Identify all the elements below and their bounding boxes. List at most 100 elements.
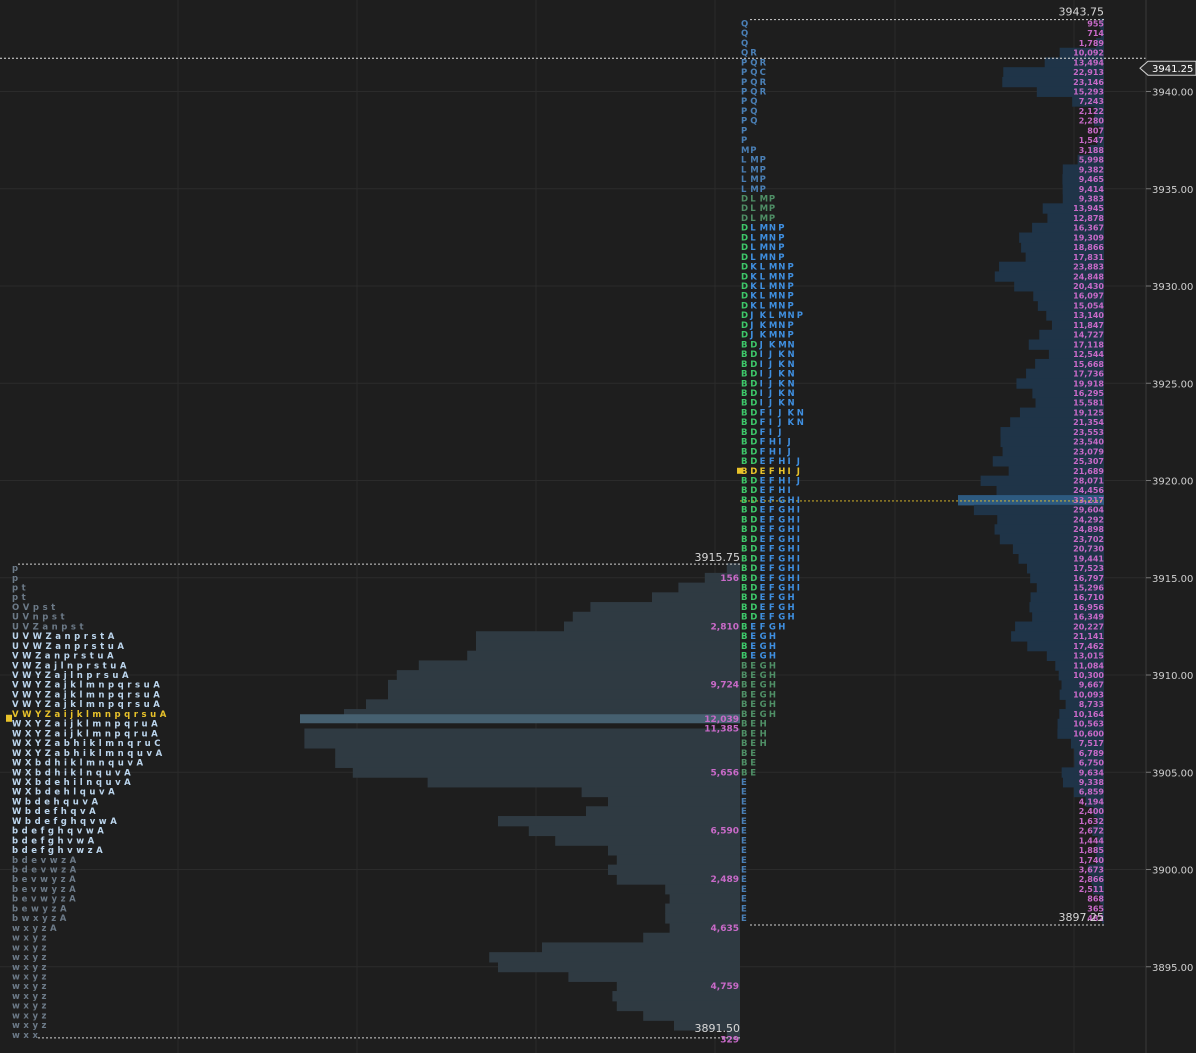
tpo-letter-right: K — [778, 399, 785, 409]
tpo-letter-right: D — [741, 214, 748, 224]
tpo-letter-right: J — [768, 379, 772, 389]
tpo-letter-right: G — [778, 593, 785, 603]
volume-label-right: 17,736 — [1073, 370, 1104, 379]
tpo-letter-right: J — [796, 477, 800, 487]
tpo-letter-right: D — [741, 272, 748, 282]
tpo-letter-right: H — [788, 613, 795, 623]
tpo-letter-right: G — [778, 515, 785, 525]
tpo-letter-right: H — [788, 506, 795, 516]
tpo-letter-right: E — [750, 642, 756, 652]
tpo-row-left: V W Y Z a j k l m n p q r s u A — [12, 700, 160, 710]
profile-bar-left — [612, 991, 740, 1002]
volume-label-right: 13,945 — [1073, 204, 1104, 213]
tpo-letter-right: D — [750, 535, 757, 545]
price-axis-label: 3940.00 — [1152, 88, 1193, 99]
tpo-letter-right: P — [769, 194, 775, 204]
tpo-letter-right: I — [797, 564, 800, 574]
tpo-row-left: V W Y Z a i j k l m n p q r s u A — [12, 710, 167, 720]
profile-bar-left — [388, 689, 740, 700]
tpo-letter-right: G — [778, 603, 785, 613]
volume-label-right: 20,730 — [1073, 545, 1104, 554]
tpo-letter-right: E — [741, 817, 747, 827]
tpo-letter-right: B — [741, 515, 747, 525]
tpo-letter-right: G — [760, 690, 767, 700]
tpo-letter-right: Q — [741, 19, 748, 29]
tpo-row-left: w x y z A — [12, 924, 57, 934]
tpo-letter-right: B — [741, 418, 747, 428]
tpo-letter-right: D — [750, 340, 757, 350]
volume-label-right: 23,702 — [1073, 535, 1104, 544]
poc-bar-left — [300, 714, 740, 724]
tpo-letter-right: L — [760, 272, 766, 282]
volume-label-right: 6,750 — [1079, 759, 1105, 768]
price-axis-panel — [1146, 0, 1196, 1053]
tpo-letter-right: L — [741, 156, 747, 166]
tpo-letter-right: R — [760, 78, 767, 88]
volume-label-right: 16,295 — [1073, 389, 1104, 398]
tpo-letter-right: E — [750, 681, 756, 691]
tpo-letter-right: B — [741, 671, 747, 681]
tpo-letter-right: J — [787, 447, 791, 457]
tpo-letter-right: L — [750, 233, 756, 243]
tpo-letter-right: B — [741, 729, 747, 739]
tpo-row-left: W X b d e h l q u v A — [12, 788, 115, 798]
tpo-letter-right: B — [741, 399, 747, 409]
volume-label-right: 6,859 — [1079, 788, 1105, 797]
volume-label-right: 9,382 — [1079, 165, 1104, 174]
volume-label-right: 28,071 — [1073, 477, 1104, 486]
volume-label-right: 1,885 — [1079, 846, 1105, 855]
tpo-letter-right: P — [788, 301, 794, 311]
tpo-letter-right: J — [796, 457, 800, 467]
tpo-letter-right: H — [769, 447, 776, 457]
volume-label-right: 12,878 — [1073, 214, 1104, 223]
tpo-row-left: w x y z — [12, 992, 47, 1002]
tpo-letter-right: G — [778, 525, 785, 535]
profile-bar-left — [304, 728, 740, 739]
volume-label-right: 7,243 — [1079, 97, 1104, 106]
profile-bar-left — [678, 582, 740, 593]
tpo-letter-right: I — [760, 360, 763, 370]
tpo-letter-right: D — [750, 613, 757, 623]
tpo-letter-right: N — [778, 282, 785, 292]
volume-label-right: 15,293 — [1073, 88, 1104, 97]
tpo-letter-right: P — [741, 58, 747, 68]
volume-label-right: 16,349 — [1073, 613, 1104, 622]
volume-label-right: 24,898 — [1073, 525, 1104, 534]
volume-label-right: 23,146 — [1073, 78, 1104, 87]
tpo-letter-right: J — [777, 408, 781, 418]
tpo-row-left: W b d e f h q v A — [12, 807, 96, 817]
volume-label-right: 2,280 — [1079, 117, 1105, 126]
tpo-letter-right: N — [769, 233, 776, 243]
volume-label-right: 17,831 — [1073, 253, 1104, 262]
tpo-letter-right: E — [741, 895, 747, 905]
tpo-letter-right: D — [741, 253, 748, 263]
profile-bar-left — [542, 942, 740, 953]
tpo-letter-right: N — [797, 418, 804, 428]
tpo-letter-right: H — [769, 632, 776, 642]
volume-label-right: 11,847 — [1073, 321, 1104, 330]
tpo-letter-right: B — [741, 720, 747, 730]
tpo-row-left: w x y z — [12, 963, 47, 973]
price-axis-label: 3900.00 — [1152, 866, 1193, 877]
tpo-letter-right: Q — [750, 78, 757, 88]
volume-label-right: 7,517 — [1079, 739, 1104, 748]
tpo-letter-right: E — [760, 457, 766, 467]
tpo-row-left: b e w y z A — [12, 904, 67, 914]
tpo-letter-right: M — [760, 224, 768, 234]
tpo-row-left: V W Z a n p r s t u A — [12, 652, 114, 662]
tpo-letter-right: M — [769, 282, 777, 292]
tpo-letter-right: B — [741, 554, 747, 564]
volume-label-right: 16,956 — [1073, 603, 1104, 612]
volume-label-left: 11,385 — [704, 724, 739, 734]
volume-label-right: 10,600 — [1073, 729, 1104, 738]
tpo-letter-right: B — [741, 428, 747, 438]
tpo-letter-right: P — [760, 175, 766, 185]
tpo-row-left: w x y z — [12, 934, 47, 944]
tpo-letter-right: Q — [750, 97, 757, 107]
profile-bar-left — [396, 670, 740, 681]
tpo-letter-right: Q — [750, 117, 757, 127]
tpo-letter-right: B — [741, 535, 747, 545]
tpo-letter-right: N — [778, 301, 785, 311]
tpo-letter-right: E — [760, 486, 766, 496]
volume-label-left: 4,759 — [711, 982, 739, 992]
